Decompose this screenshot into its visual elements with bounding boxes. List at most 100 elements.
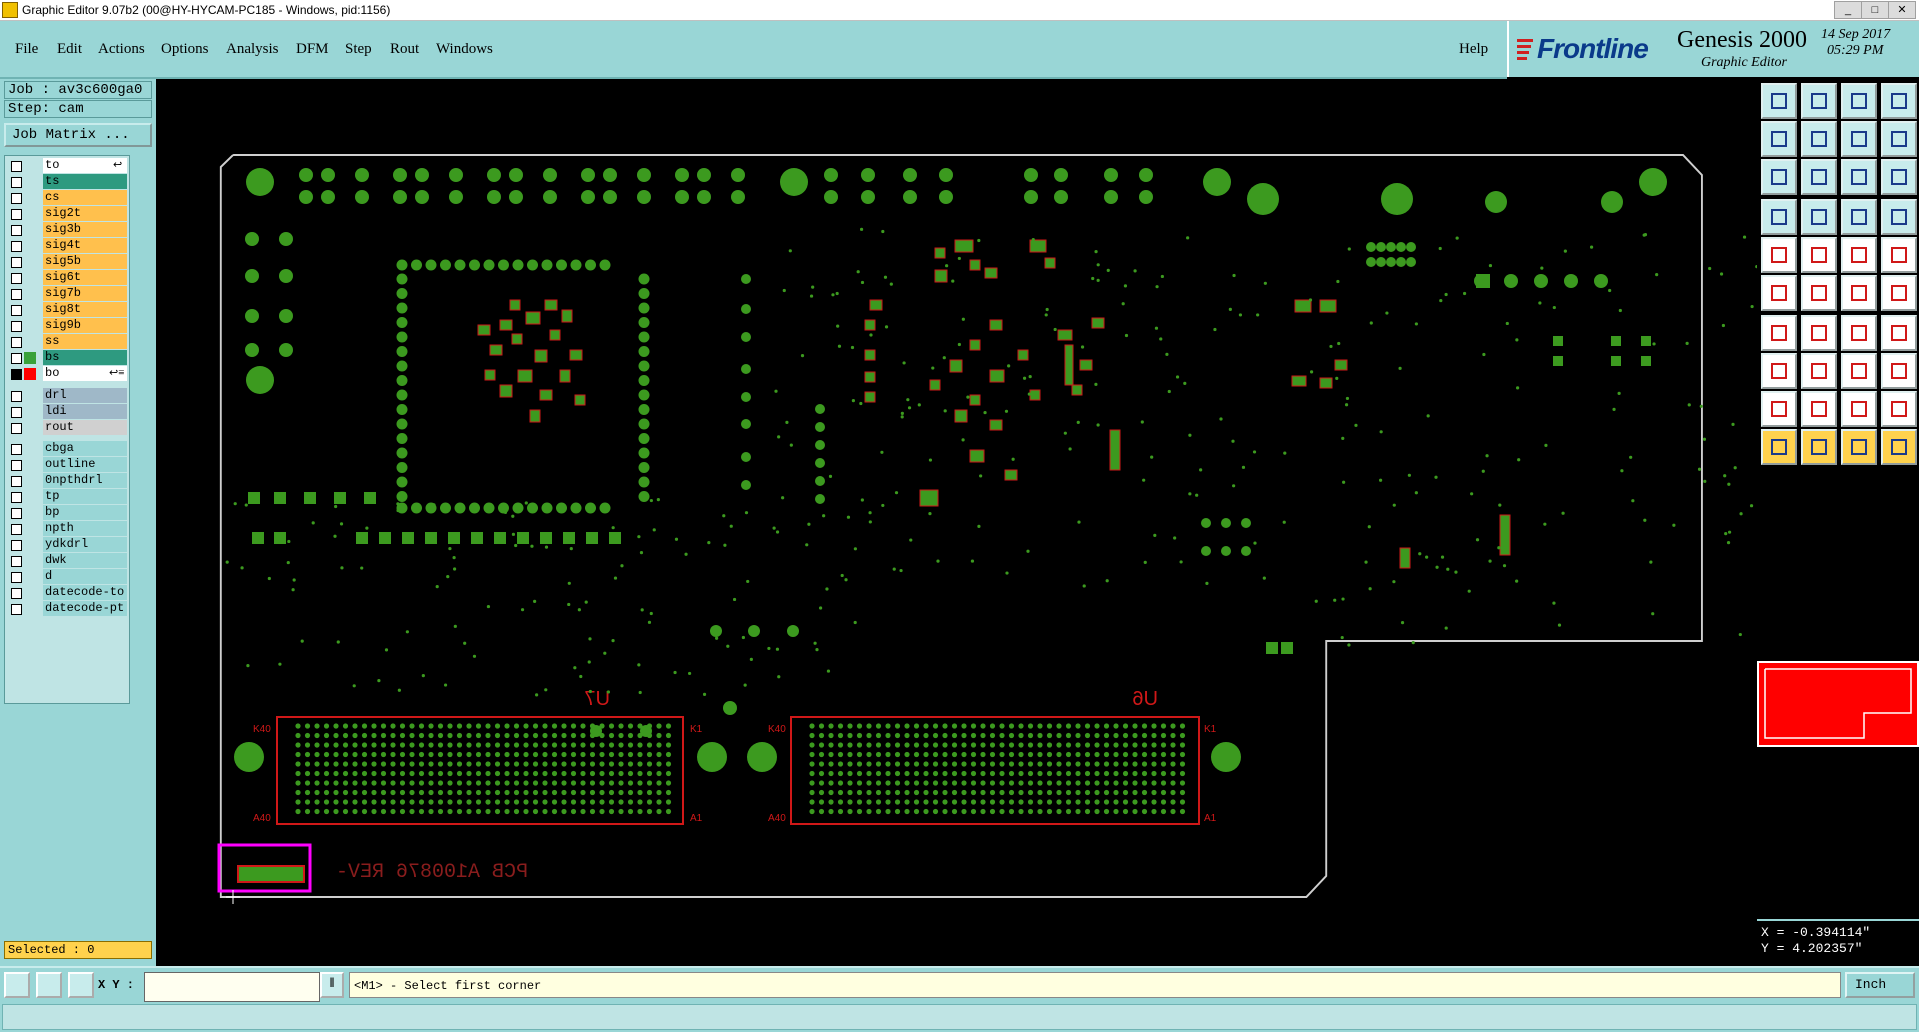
- move-icon[interactable]: [1841, 275, 1877, 311]
- layer-row[interactable]: bo ↩≡: [5, 366, 129, 382]
- ratio-icon[interactable]: [1841, 159, 1877, 195]
- checkbox-icon[interactable]: [11, 460, 22, 471]
- checkbox-icon[interactable]: [11, 257, 22, 268]
- xy-input[interactable]: [144, 972, 320, 1002]
- layer-row[interactable]: sig2t: [5, 206, 129, 222]
- save-icon[interactable]: [1801, 83, 1837, 119]
- measure-icon[interactable]: [1881, 199, 1917, 235]
- redo-icon[interactable]: [1801, 121, 1837, 157]
- checkbox-icon[interactable]: [11, 540, 22, 551]
- menu-step[interactable]: Step: [345, 41, 372, 58]
- open-icon[interactable]: [1761, 83, 1797, 119]
- zoom-fit-icon[interactable]: [4, 972, 30, 998]
- maximize-button[interactable]: □: [1861, 1, 1889, 19]
- layers-icon[interactable]: [1881, 159, 1917, 195]
- grid-icon[interactable]: [68, 972, 94, 998]
- layer-row[interactable]: cbga: [5, 441, 129, 457]
- checkbox-icon[interactable]: [11, 225, 22, 236]
- line-icon[interactable]: [1801, 237, 1837, 273]
- menu-dfm[interactable]: DFM: [296, 41, 329, 58]
- layer-row[interactable]: datecode-pt: [5, 601, 129, 617]
- zoom-icon[interactable]: [1881, 121, 1917, 157]
- layer-row[interactable]: cs: [5, 190, 129, 206]
- circle-icon[interactable]: [1881, 237, 1917, 273]
- checkbox-icon[interactable]: [11, 305, 22, 316]
- minimize-button[interactable]: _: [1834, 1, 1862, 19]
- checkbox-icon[interactable]: [11, 588, 22, 599]
- layer-row[interactable]: to ↩: [5, 158, 129, 174]
- shape-b-icon[interactable]: [1801, 391, 1837, 427]
- pause-icon[interactable]: ‖: [320, 972, 344, 998]
- checkbox-icon[interactable]: [11, 524, 22, 535]
- undo-icon[interactable]: [1761, 121, 1797, 157]
- menu-windows[interactable]: Windows: [436, 41, 493, 58]
- checkbox-icon[interactable]: [11, 492, 22, 503]
- shape-d-icon[interactable]: [1881, 391, 1917, 427]
- checkbox-icon[interactable]: [11, 476, 22, 487]
- checkbox-icon[interactable]: [11, 193, 22, 204]
- checkbox-icon[interactable]: [11, 444, 22, 455]
- layer-row[interactable]: bs: [5, 350, 129, 366]
- checkbox-icon[interactable]: [11, 273, 22, 284]
- checkbox-icon[interactable]: [11, 604, 22, 615]
- menu-analysis[interactable]: Analysis: [226, 41, 279, 58]
- pad-icon[interactable]: [1761, 237, 1797, 273]
- cut-icon[interactable]: [1801, 315, 1837, 351]
- shape-a-icon[interactable]: [1761, 391, 1797, 427]
- job-matrix-button[interactable]: Job Matrix ...: [4, 123, 152, 147]
- layer-row[interactable]: 0npthdrl: [5, 473, 129, 489]
- home-icon[interactable]: [1841, 83, 1877, 119]
- layer-row[interactable]: outline: [5, 457, 129, 473]
- connect-icon[interactable]: [1761, 275, 1797, 311]
- checkbox-icon[interactable]: [11, 407, 22, 418]
- snap-icon[interactable]: [1841, 199, 1877, 235]
- fit-icon[interactable]: [1801, 159, 1837, 195]
- menu-file[interactable]: File: [15, 41, 38, 58]
- board-minimap[interactable]: [1757, 661, 1919, 747]
- select-icon[interactable]: [1761, 353, 1797, 389]
- copy-icon[interactable]: [1881, 83, 1917, 119]
- layer-row[interactable]: rout: [5, 420, 129, 436]
- checkbox-icon[interactable]: [11, 572, 22, 583]
- layer-row[interactable]: sig6t: [5, 270, 129, 286]
- checkbox-icon[interactable]: [11, 209, 22, 220]
- checkbox-icon[interactable]: [11, 508, 22, 519]
- draw-icon[interactable]: [1761, 199, 1797, 235]
- checkbox-icon[interactable]: [11, 241, 22, 252]
- close-button[interactable]: ✕: [1888, 1, 1916, 19]
- select-net-icon[interactable]: [1881, 429, 1917, 465]
- layer-row[interactable]: datecode-to: [5, 585, 129, 601]
- checkbox-icon[interactable]: [11, 556, 22, 567]
- checkbox-icon[interactable]: [11, 423, 22, 434]
- flip-icon[interactable]: [1881, 315, 1917, 351]
- checkbox-icon[interactable]: [11, 289, 22, 300]
- layer-row[interactable]: sig9b: [5, 318, 129, 334]
- menu-edit[interactable]: Edit: [57, 41, 82, 58]
- units-select[interactable]: Inch: [1845, 972, 1915, 998]
- resize-icon[interactable]: [1881, 275, 1917, 311]
- layer-row[interactable]: ss: [5, 334, 129, 350]
- layer-row[interactable]: sig4t: [5, 238, 129, 254]
- grid-icon[interactable]: [1801, 199, 1837, 235]
- pointer-icon[interactable]: [1761, 429, 1797, 465]
- layer-row[interactable]: ldi: [5, 404, 129, 420]
- layer-row[interactable]: drl: [5, 388, 129, 404]
- mirror-icon[interactable]: [1841, 121, 1877, 157]
- layer-row[interactable]: sig7b: [5, 286, 129, 302]
- menu-help[interactable]: Help: [1459, 41, 1488, 58]
- pan-icon[interactable]: [1761, 159, 1797, 195]
- checkbox-icon[interactable]: [11, 161, 22, 172]
- layer-row[interactable]: tp: [5, 489, 129, 505]
- zoom-area-icon[interactable]: [36, 972, 62, 998]
- select-all-icon[interactable]: [1801, 429, 1837, 465]
- checkbox-icon[interactable]: [11, 337, 22, 348]
- layer-row[interactable]: ydkdrl: [5, 537, 129, 553]
- delete-icon[interactable]: [1801, 353, 1837, 389]
- checkbox-icon[interactable]: [11, 391, 22, 402]
- shape-c-icon[interactable]: [1841, 391, 1877, 427]
- menu-actions[interactable]: Actions: [98, 41, 145, 58]
- layer-row[interactable]: npth: [5, 521, 129, 537]
- rect-icon[interactable]: [1841, 237, 1877, 273]
- checkbox-icon[interactable]: [11, 369, 22, 380]
- menu-rout[interactable]: Rout: [390, 41, 419, 58]
